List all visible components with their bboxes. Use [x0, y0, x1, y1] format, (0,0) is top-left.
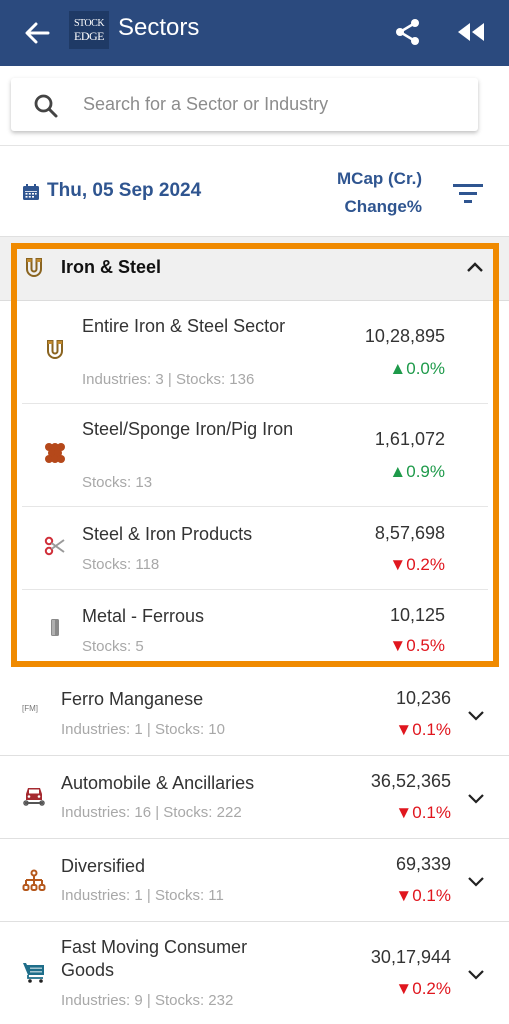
- chevron-down-icon[interactable]: [466, 967, 486, 981]
- sector-name: Automobile & Ancillaries: [61, 773, 255, 793]
- shopping-cart-icon: [23, 963, 44, 983]
- sector-row[interactable]: [FM] Ferro Manganese Industries: 1 | Sto…: [0, 672, 509, 756]
- logo-line-1: STOCK: [73, 17, 105, 29]
- chevron-down-icon[interactable]: [466, 708, 486, 722]
- sector-mcap: 36,52,365: [370, 771, 451, 791]
- industry-mcap: 10,28,895: [364, 326, 445, 346]
- rewind-button[interactable]: [455, 19, 487, 45]
- logo-line-2: EDGE: [74, 28, 105, 43]
- search-box[interactable]: [11, 78, 478, 131]
- industry-row[interactable]: Entire Iron & Steel Sector Industries: 3…: [22, 301, 488, 404]
- sector-row[interactable]: Diversified Industries: 1 | Stocks: 11 6…: [0, 839, 509, 922]
- sector-name: Fast Moving Consumer Goods: [61, 937, 248, 980]
- sector-meta: Industries: 9 | Stocks: 232: [61, 992, 234, 1009]
- hierarchy-icon: [22, 869, 46, 891]
- sector-row[interactable]: Fast Moving Consumer Goods Industries: 9…: [0, 922, 509, 1024]
- sector-mcap: 69,339: [395, 854, 451, 874]
- expanded-sector-iron-steel: Iron & Steel Entire Iron & Steel Sector …: [0, 237, 509, 662]
- magnet-icon: [47, 340, 63, 359]
- calendar-icon[interactable]: [22, 183, 40, 201]
- change-label: Change%: [344, 197, 422, 216]
- page-title: Sectors: [118, 14, 200, 41]
- share-button[interactable]: [393, 17, 423, 47]
- chevron-down-icon[interactable]: [466, 791, 486, 805]
- chevron-down-icon[interactable]: [466, 874, 486, 888]
- sector-name: Diversified: [61, 856, 146, 876]
- industry-meta: Stocks: 5: [82, 638, 144, 655]
- fm-text-icon: [FM]: [22, 704, 38, 713]
- sector-change: ▼0.1%: [395, 886, 451, 905]
- sector-change: ▼0.1%: [395, 803, 451, 822]
- sector-name: Ferro Manganese: [61, 689, 204, 709]
- metal-bar-icon: [51, 619, 59, 636]
- sector-title: Iron & Steel: [61, 257, 162, 277]
- magnet-icon: [26, 258, 42, 277]
- filter-icon[interactable]: [452, 182, 484, 204]
- date-bar: Thu, 05 Sep 2024 MCap (Cr.) Change%: [0, 147, 509, 237]
- sort-label[interactable]: MCap (Cr.) Change%: [337, 165, 422, 221]
- sector-meta: Industries: 1 | Stocks: 10: [61, 721, 225, 738]
- share-icon: [396, 19, 419, 45]
- search-input[interactable]: [83, 88, 463, 120]
- industry-name: Metal - Ferrous: [82, 606, 205, 626]
- stockedge-logo: STOCK EDGE: [69, 11, 109, 49]
- sector-meta: Industries: 1 | Stocks: 11: [61, 887, 224, 904]
- industry-mcap: 8,57,698: [374, 523, 445, 543]
- sector-change: ▼0.1%: [395, 720, 451, 739]
- search-icon: [34, 94, 58, 118]
- back-button[interactable]: [22, 18, 52, 48]
- industry-change: ▼0.5%: [389, 636, 445, 655]
- industry-change: ▲0.0%: [389, 359, 445, 378]
- car-repair-icon: [23, 788, 45, 806]
- industry-row[interactable]: Metal - Ferrous Stocks: 5 10,125 ▼0.5%: [22, 590, 488, 662]
- sector-header[interactable]: Iron & Steel: [0, 237, 509, 301]
- date-selector[interactable]: Thu, 05 Sep 2024: [47, 180, 201, 202]
- search-section: [0, 66, 509, 146]
- industry-meta: Stocks: 13: [82, 474, 153, 491]
- scissors-icon: [44, 536, 65, 556]
- sector-row[interactable]: Automobile & Ancillaries Industries: 16 …: [0, 756, 509, 839]
- chevron-up-icon[interactable]: [465, 259, 485, 275]
- industry-mcap: 1,61,072: [374, 429, 445, 449]
- industry-meta: Industries: 3 | Stocks: 136: [82, 371, 255, 388]
- industry-change: ▼0.2%: [389, 555, 445, 574]
- industry-name: Steel/Sponge Iron/Pig Iron: [82, 419, 294, 439]
- sector-meta: Industries: 16 | Stocks: 222: [61, 804, 242, 821]
- sector-mcap: 10,236: [395, 688, 451, 708]
- app-bar: STOCK EDGE Sectors: [0, 0, 509, 66]
- mcap-label: MCap (Cr.): [337, 169, 422, 188]
- sector-mcap: 30,17,944: [370, 947, 451, 967]
- sector-change: ▼0.2%: [395, 979, 451, 998]
- arrow-left-icon: [25, 22, 50, 44]
- iron-ore-icon: [45, 443, 65, 463]
- industry-name: Steel & Iron Products: [82, 524, 253, 544]
- industry-change: ▲0.9%: [389, 462, 445, 481]
- industry-mcap: 10,125: [389, 605, 445, 625]
- industry-row[interactable]: Steel & Iron Products Stocks: 118 8,57,6…: [22, 507, 488, 590]
- industry-row[interactable]: Steel/Sponge Iron/Pig Iron Stocks: 13 1,…: [22, 404, 488, 507]
- rewind-icon: [458, 23, 484, 41]
- industry-meta: Stocks: 118: [82, 556, 160, 573]
- industry-name: Entire Iron & Steel Sector: [82, 316, 286, 336]
